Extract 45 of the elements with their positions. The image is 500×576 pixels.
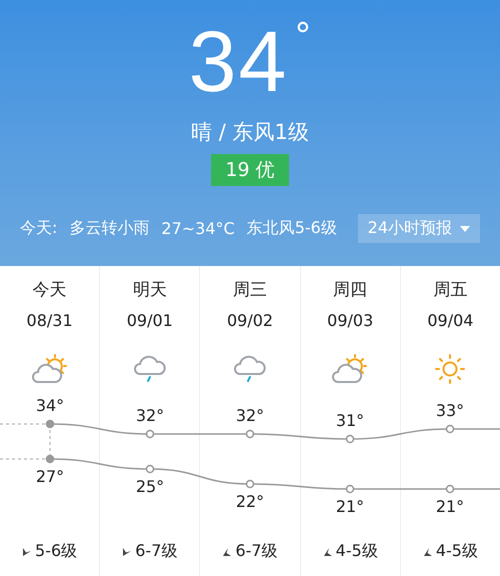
day-name: 周三 [233, 279, 267, 301]
day-date: 09/01 [126, 311, 173, 330]
day-date: 08/31 [26, 311, 73, 330]
high-temperature: 32° [236, 406, 264, 425]
temperature-point [446, 424, 454, 434]
day-date: 09/04 [427, 311, 474, 330]
high-temperature: 32° [136, 406, 164, 425]
current-temperature: 34 [188, 16, 288, 108]
today-weather: 多云转小雨 [69, 218, 150, 239]
today-label: 今天: [20, 218, 58, 239]
low-temperature: 25° [136, 477, 164, 496]
wind-level: 4-5级 [436, 541, 478, 562]
low-temperature: 27° [36, 467, 64, 486]
temperature-point [246, 430, 254, 438]
wind-level: 6-7级 [235, 541, 278, 562]
temperature-point [146, 430, 154, 438]
day-name: 周五 [433, 279, 468, 301]
wind-level: 6-7级 [135, 541, 178, 562]
aqi-badge: 19 优 [211, 154, 289, 186]
day-name: 周四 [333, 279, 368, 301]
temperature-point [146, 464, 154, 474]
day-date: 09/02 [226, 311, 274, 330]
hourly-forecast-button[interactable]: 24小时预报 [358, 214, 480, 243]
current-condition: 晴 / 东风1级 [191, 119, 309, 146]
high-temperature: 31° [336, 411, 364, 430]
day-name: 今天 [32, 279, 67, 301]
temperature-point [346, 434, 354, 444]
day-date: 09/03 [327, 311, 374, 330]
temperature-point [446, 484, 454, 494]
today-wind: 东北风5-6级 [246, 218, 337, 239]
degree-sign: ° [294, 16, 312, 56]
low-temperature: 21° [436, 497, 464, 516]
wind-level: 5-6级 [35, 541, 78, 562]
temperature-point [246, 480, 254, 488]
day-name: 明天 [132, 279, 167, 301]
low-temperature: 21° [336, 497, 364, 516]
temperature-point [346, 484, 354, 494]
caret-icon [460, 226, 470, 232]
low-temperature: 22° [236, 492, 264, 511]
today-range: 27~34°C [161, 219, 235, 238]
temperature-point [46, 420, 54, 428]
temperature-point [46, 454, 54, 464]
wind-level: 4-5级 [336, 541, 378, 562]
high-temperature: 33° [436, 401, 464, 420]
high-temperature: 34° [36, 396, 64, 415]
